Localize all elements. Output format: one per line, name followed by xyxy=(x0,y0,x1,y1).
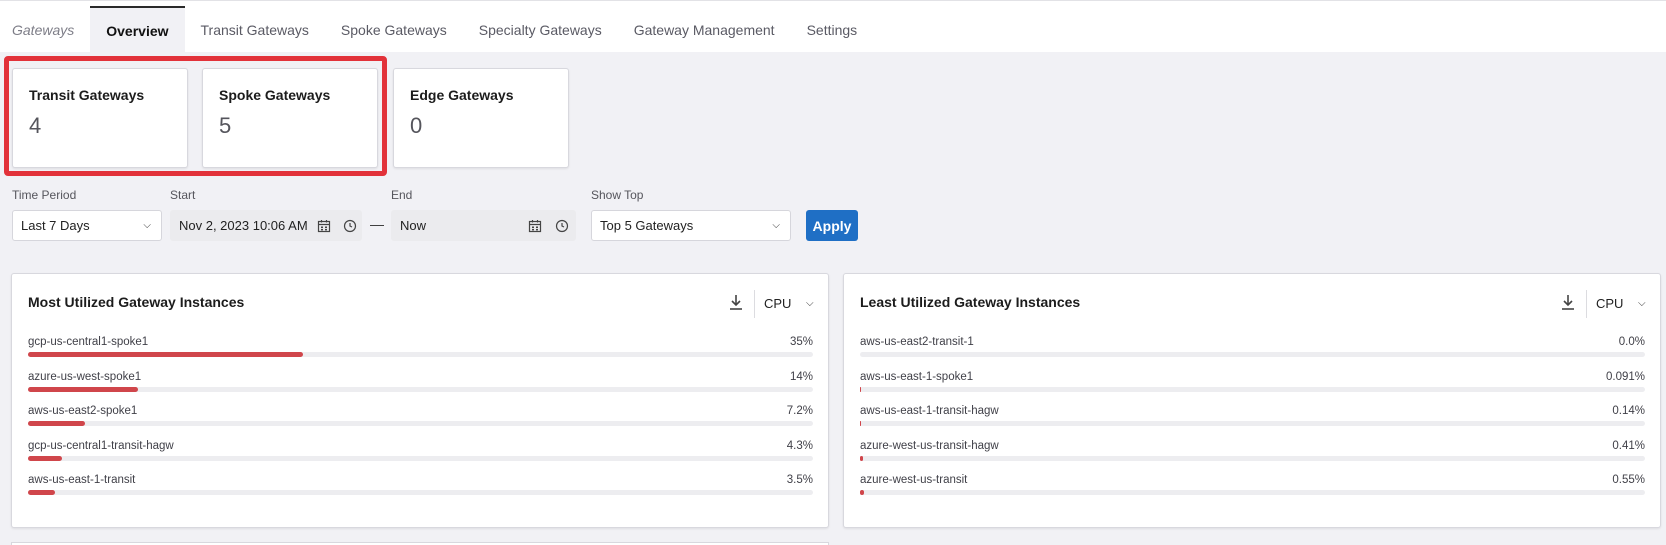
utilization-bar-fill xyxy=(28,352,303,357)
breadcrumb-gateways[interactable]: Gateways xyxy=(0,6,90,53)
metric-select[interactable]: CPU xyxy=(764,296,791,311)
most-utilized-panel: Most Utilized Gateway Instances CPU ⌵ gc… xyxy=(11,273,829,528)
chevron-down-icon: ⌵ xyxy=(143,220,151,231)
gateway-row: azure-west-us-transit-hagw 0.41% xyxy=(860,440,1645,475)
utilization-bar-track xyxy=(28,455,813,461)
gateway-row: azure-west-us-transit 0.55% xyxy=(860,474,1645,509)
gateway-name: azure-west-us-transit-hagw xyxy=(860,439,999,452)
calendar-icon[interactable] xyxy=(528,219,542,233)
utilization-bar-track xyxy=(28,386,813,392)
utilization-bar-fill xyxy=(860,490,865,495)
tab-settings[interactable]: Settings xyxy=(791,6,874,53)
utilization-value: 0.0% xyxy=(1618,336,1645,348)
panel-title: Least Utilized Gateway Instances xyxy=(860,294,1081,310)
divider xyxy=(754,290,755,318)
chevron-down-icon[interactable]: ⌵ xyxy=(1638,298,1646,309)
gateway-row: aws-us-east-1-spoke1 0.091% xyxy=(860,371,1645,406)
utilization-value: 0.091% xyxy=(1605,370,1645,383)
utilization-bar-track xyxy=(860,490,1645,495)
utilization-bar-track xyxy=(860,352,1645,357)
gateway-row: gcp-us-central1-transit-hagw 4.3% xyxy=(28,440,813,475)
utilization-bar-fill xyxy=(28,490,56,495)
show-top-label: Show Top xyxy=(591,188,644,202)
utilization-value: 0.41% xyxy=(1612,439,1645,452)
utilization-bar-track xyxy=(860,455,1645,461)
top-nav-bar: Gateways Overview Transit Gateways Spoke… xyxy=(0,0,1666,53)
edge-gateways-card[interactable]: Edge Gateways 0 xyxy=(393,68,569,168)
chevron-down-icon: ⌵ xyxy=(772,220,780,231)
gateway-name: aws-us-east-1-transit xyxy=(28,474,136,486)
gateway-name: gcp-us-central1-spoke1 xyxy=(28,336,149,348)
utilization-bar-track xyxy=(860,386,1645,392)
utilization-value: 4.3% xyxy=(786,439,813,452)
tab-gateway-management[interactable]: Gateway Management xyxy=(618,6,791,53)
show-top-select[interactable]: Top 5 Gateways ⌵ xyxy=(591,210,791,241)
clock-icon[interactable] xyxy=(343,219,357,233)
start-date-field[interactable]: Nov 2, 2023 10:06 AM xyxy=(170,210,362,241)
metric-select[interactable]: CPU xyxy=(1596,296,1623,311)
clock-icon[interactable] xyxy=(555,219,569,233)
card-title: Edge Gateways xyxy=(410,87,514,103)
gateway-row: gcp-us-central1-spoke1 35% xyxy=(28,336,813,371)
utilization-bar-track xyxy=(28,421,813,426)
least-utilized-panel: Least Utilized Gateway Instances CPU ⌵ a… xyxy=(843,273,1661,528)
gateway-row: aws-us-east2-transit-1 0.0% xyxy=(860,336,1645,371)
tab-transit-gateways[interactable]: Transit Gateways xyxy=(185,6,325,53)
gateway-list: gcp-us-central1-spoke1 35% azure-us-west-s… xyxy=(28,336,813,509)
calendar-icon[interactable] xyxy=(317,219,331,233)
utilization-bar-fill xyxy=(860,455,864,461)
start-label: Start xyxy=(170,188,196,202)
utilization-value: 0.55% xyxy=(1612,474,1645,486)
utilization-bar-fill xyxy=(860,421,862,426)
utilization-bar-track xyxy=(28,352,813,357)
end-label: End xyxy=(391,188,413,202)
card-count: 0 xyxy=(410,113,423,138)
gateway-name: aws-us-east2-transit-1 xyxy=(860,336,974,348)
start-date-value: Nov 2, 2023 10:06 AM xyxy=(179,218,308,233)
utilization-value: 7.2% xyxy=(786,405,813,417)
gateway-list: aws-us-east2-transit-1 0.0% aws-us-east-1-… xyxy=(860,336,1645,509)
gateway-name: gcp-us-central1-transit-hagw xyxy=(28,439,174,452)
apply-button[interactable]: Apply xyxy=(806,210,858,241)
tab-bar: Gateways Overview Transit Gateways Spoke… xyxy=(0,6,873,53)
utilization-bar-fill xyxy=(28,455,62,461)
gateway-row: aws-us-east2-spoke1 7.2% xyxy=(28,405,813,440)
download-icon[interactable] xyxy=(728,294,744,312)
end-date-value: Now xyxy=(400,218,427,233)
utilization-bar-track xyxy=(860,421,1645,426)
utilization-bar-track xyxy=(28,490,813,495)
tab-specialty-gateways[interactable]: Specialty Gateways xyxy=(463,6,618,53)
time-period-select[interactable]: Last 7 Days ⌵ xyxy=(12,210,162,241)
highlight-box xyxy=(4,56,387,176)
date-range-separator: — xyxy=(370,216,384,232)
utilization-bar-fill xyxy=(28,421,85,426)
utilization-bar-fill xyxy=(860,386,861,392)
utilization-value: 0.14% xyxy=(1612,405,1645,417)
utilization-value: 35% xyxy=(789,336,813,348)
time-period-label: Time Period xyxy=(12,188,77,202)
gateway-row: aws-us-east-1-transit-hagw 0.14% xyxy=(860,405,1645,440)
utilization-value: 3.5% xyxy=(786,474,813,486)
utilization-value: 14% xyxy=(789,370,813,383)
gateway-name: aws-us-east-1-transit-hagw xyxy=(860,405,999,417)
tab-spoke-gateways[interactable]: Spoke Gateways xyxy=(325,6,463,53)
gateway-row: aws-us-east-1-transit 3.5% xyxy=(28,474,813,509)
download-icon[interactable] xyxy=(1560,294,1576,312)
divider xyxy=(1586,290,1587,318)
gateway-row: azure-us-west-spoke1 14% xyxy=(28,371,813,406)
time-period-value: Last 7 Days xyxy=(21,218,90,233)
gateway-name: azure-west-us-transit xyxy=(860,474,968,486)
chevron-down-icon[interactable]: ⌵ xyxy=(806,298,814,309)
gateway-name: azure-us-west-spoke1 xyxy=(28,370,142,383)
panel-title: Most Utilized Gateway Instances xyxy=(28,294,245,310)
tab-overview[interactable]: Overview xyxy=(90,6,185,53)
gateway-name: aws-us-east2-spoke1 xyxy=(28,405,138,417)
end-date-field[interactable]: Now xyxy=(391,210,576,241)
utilization-bar-fill xyxy=(28,386,138,392)
show-top-value: Top 5 Gateways xyxy=(600,218,694,233)
gateway-name: aws-us-east-1-spoke1 xyxy=(860,370,974,383)
